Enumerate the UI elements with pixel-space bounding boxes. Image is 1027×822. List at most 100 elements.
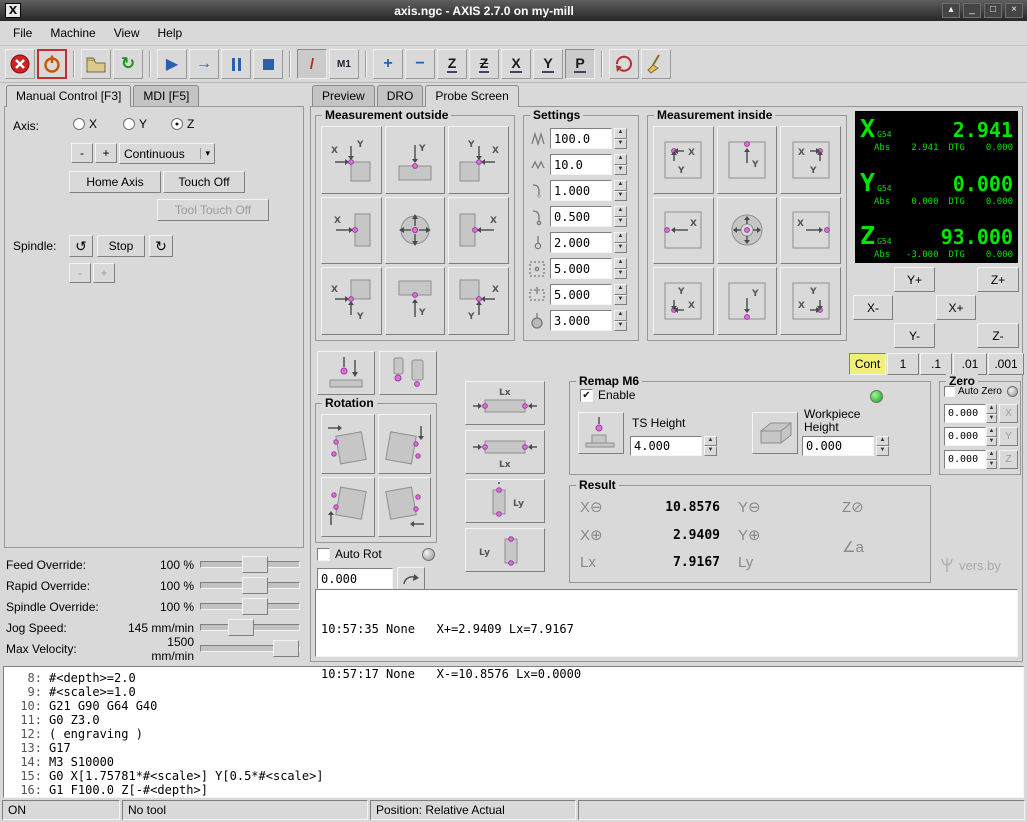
tab-dro[interactable]: DRO [377,85,424,106]
setting-entry-1[interactable]: 10.0 [550,154,612,175]
probe-outside-xp-button[interactable]: X [321,197,382,265]
spindle-stop-button[interactable]: Stop [97,235,145,257]
zero-x-input[interactable]: 0.000 [944,404,986,423]
zero-y-spin[interactable]: ▲▼ [986,427,997,446]
stop-button[interactable] [253,49,283,79]
estop-button[interactable] [5,49,35,79]
axis-radio-x[interactable]: X [73,117,97,131]
probe-rotation-top-button[interactable] [321,414,375,474]
probe-length-x-down-button[interactable]: Lx [465,430,545,474]
probe-down-button[interactable] [317,351,375,395]
setting-spin-7[interactable]: ▲▼ [614,310,627,331]
menu-help[interactable]: Help [149,22,192,44]
remap-enable-checkbox[interactable]: ✔ [580,389,593,402]
setting-entry-4[interactable]: 2.000 [550,232,612,253]
increment-0001-button[interactable]: .001 [988,353,1024,375]
setting-spin-1[interactable]: ▲▼ [614,154,627,175]
probe-inside-xp-yp-button[interactable]: XY [653,126,714,194]
increment-cont-button[interactable]: Cont [849,353,886,375]
zero-y-input[interactable]: 0.000 [944,427,986,446]
touch-off-button[interactable]: Touch Off [163,171,245,193]
setting-entry-7[interactable]: 3.000 [550,310,612,331]
jog-y-plus-button[interactable]: Y+ [894,267,935,292]
axis-radio-y[interactable]: Y [123,117,147,131]
menu-view[interactable]: View [105,22,149,44]
menu-machine[interactable]: Machine [41,22,104,44]
probe-outside-xp-yp-button[interactable]: XY [321,126,382,194]
setting-entry-0[interactable]: 100.0 [550,128,612,149]
tab-probe-screen[interactable]: Probe Screen [425,85,518,107]
view-y-button[interactable]: Y [533,49,563,79]
rotation-angle-input[interactable]: 0.000 [317,568,393,589]
increment-01-button[interactable]: .1 [920,353,952,375]
jog-minus-button[interactable]: - [71,143,93,163]
probe-log[interactable]: 10:57:35 None X+=2.9409 Lx=7.9167 10:57:… [315,589,1018,657]
ts-height-spin[interactable]: ▲▼ [704,436,717,456]
reload-button[interactable]: ↻ [113,49,143,79]
probe-outside-yp-button[interactable]: Y [385,126,446,194]
view-z-button[interactable]: Z [437,49,467,79]
tab-mdi[interactable]: MDI [F5] [133,85,199,106]
probe-length-y-right-button[interactable]: Ly [465,528,545,572]
close-button[interactable]: × [1005,3,1023,18]
jog-x-plus-button[interactable]: X+ [936,295,976,320]
jog-mode-select[interactable]: Continuous ▾ [119,143,215,164]
probe-inside-xm-button[interactable]: X [780,197,841,265]
tab-preview[interactable]: Preview [312,85,375,106]
rapid-override-slider[interactable] [200,577,300,594]
workpiece-height-input[interactable]: 0.000 [802,436,874,456]
increment-001-button[interactable]: .01 [953,353,987,375]
zoom-out-button[interactable]: − [405,49,435,79]
zero-y-button[interactable]: Y [999,427,1018,446]
zoom-in-button[interactable]: + [373,49,403,79]
shade-button[interactable]: ▴ [942,3,960,18]
jog-z-plus-button[interactable]: Z+ [977,267,1019,292]
rotate-view-button[interactable] [609,49,639,79]
zero-z-input[interactable]: 0.000 [944,450,986,469]
feed-override-slider[interactable] [200,556,300,573]
probe-inside-ym-button[interactable]: Y [717,267,778,335]
spindle-override-slider[interactable] [200,598,300,615]
probe-inside-xp-button[interactable]: X [653,197,714,265]
probe-outside-xm-button[interactable]: X [448,197,509,265]
pause-button[interactable] [221,49,251,79]
probe-rotation-right-button[interactable] [378,414,432,474]
view-x-button[interactable]: X [501,49,531,79]
probe-outside-xm-yp-button[interactable]: XY [448,126,509,194]
optional-stop-button[interactable]: M1 [329,49,359,79]
increment-1-button[interactable]: 1 [887,353,919,375]
setting-spin-2[interactable]: ▲▼ [614,180,627,201]
probe-outside-xp-ym-button[interactable]: XY [321,267,382,335]
minimize-button[interactable]: _ [963,3,981,18]
probe-rotation-bottom-button[interactable] [378,477,432,537]
axis-radio-z[interactable]: ● Z [171,117,194,131]
spindle-cw-button[interactable]: ↻ [149,235,173,257]
home-axis-button[interactable]: Home Axis [69,171,161,193]
probe-length-y-left-button[interactable]: Ly [465,479,545,523]
setting-spin-5[interactable]: ▲▼ [614,258,627,279]
open-file-button[interactable] [81,49,111,79]
probe-inside-yp-button[interactable]: Y [717,126,778,194]
power-button[interactable] [37,49,67,79]
jog-y-minus-button[interactable]: Y- [894,323,935,348]
view-perspective-button[interactable]: P [565,49,595,79]
rotate-coordinates-button[interactable] [397,567,425,590]
maximize-button[interactable]: □ [984,3,1002,18]
zero-x-button[interactable]: X [999,404,1018,423]
workpiece-height-spin[interactable]: ▲▼ [876,436,889,456]
block-delete-button[interactable]: / [297,49,327,79]
ts-height-probe-button[interactable] [578,412,624,454]
probe-length-x-up-button[interactable]: Lx [465,381,545,425]
ts-height-input[interactable]: 4.000 [630,436,702,456]
setting-entry-6[interactable]: 5.000 [550,284,612,305]
jog-speed-slider[interactable] [200,619,300,636]
clear-plot-button[interactable] [641,49,671,79]
jog-z-minus-button[interactable]: Z- [977,323,1019,348]
view-z2-button[interactable]: Z [469,49,499,79]
spindle-ccw-button[interactable]: ↺ [69,235,93,257]
setting-spin-3[interactable]: ▲▼ [614,206,627,227]
workpiece-height-probe-button[interactable] [752,412,798,454]
probe-outside-ym-button[interactable]: Y [385,267,446,335]
auto-zero-checkbox[interactable] [944,386,955,397]
setting-entry-3[interactable]: 0.500 [550,206,612,227]
